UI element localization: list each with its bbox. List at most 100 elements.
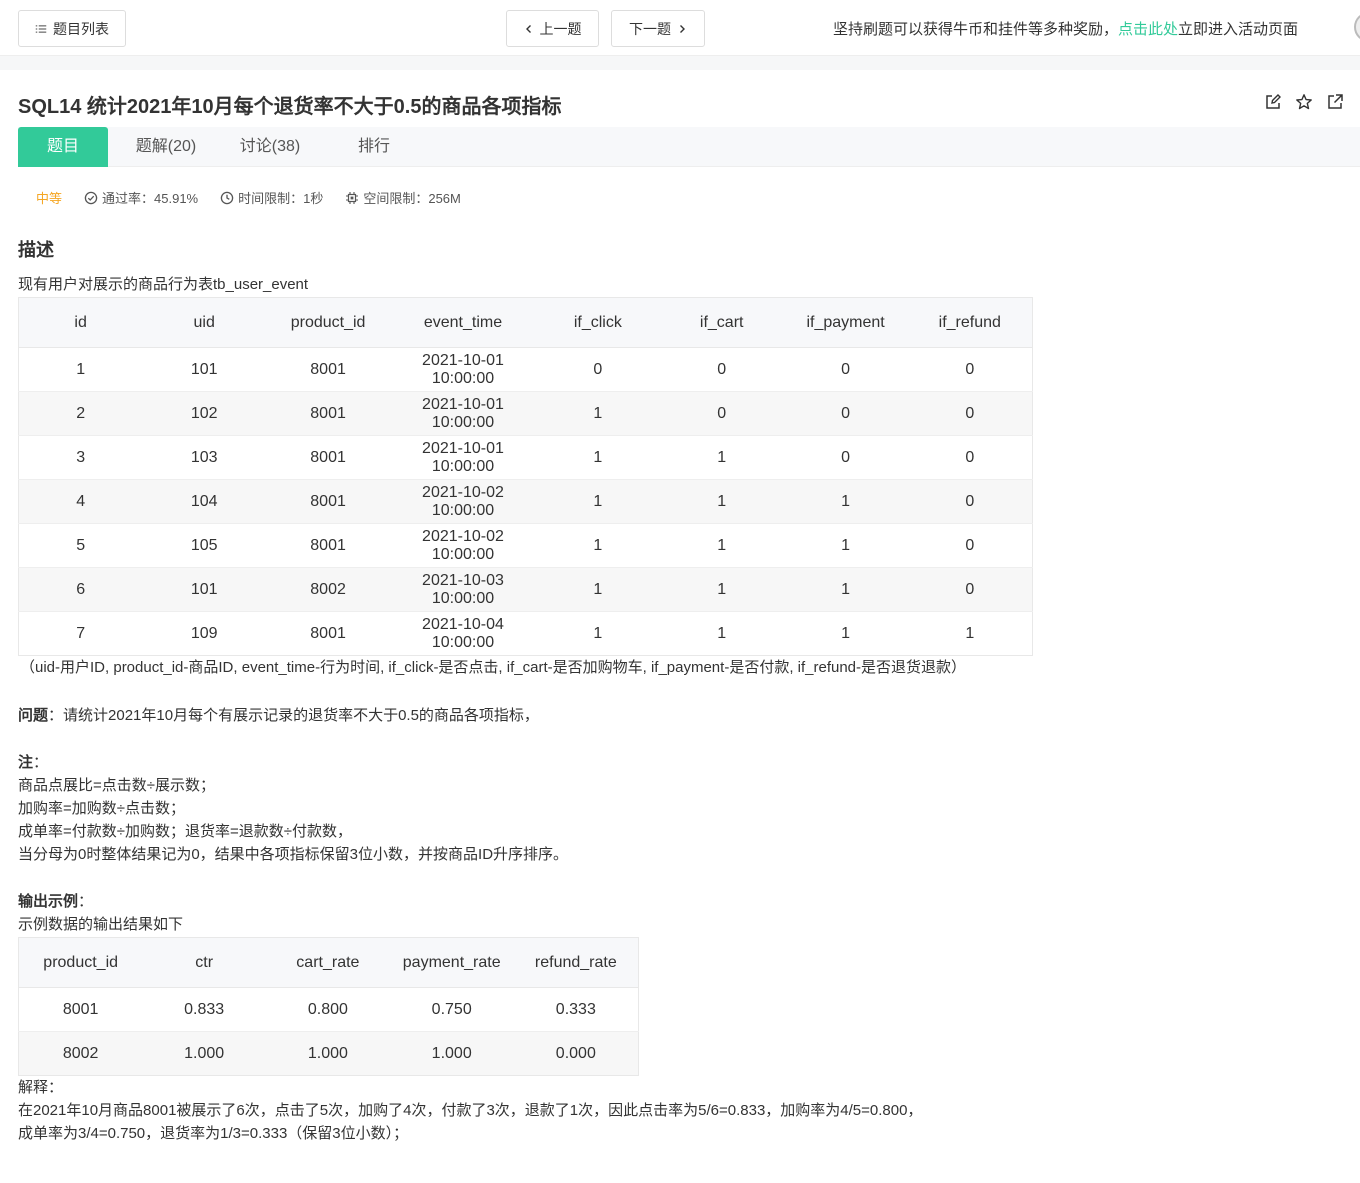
note-line: 加购率=加购数÷点击数； bbox=[18, 800, 185, 817]
page-title: SQL14 统计2021年10月每个退货率不大于0.5的商品各项指标 bbox=[18, 96, 562, 118]
tab-solutions[interactable]: 题解(20) bbox=[124, 127, 208, 167]
time-limit-text: 时间限制：1秒 bbox=[238, 191, 324, 206]
column-header: if_click bbox=[535, 297, 660, 348]
column-header: if_cart bbox=[659, 297, 784, 348]
table-cell: 0 bbox=[907, 567, 1033, 612]
table-row: 5 105 8001 2021-10-02 10:00:00 1 1 1 0 bbox=[18, 523, 1033, 568]
table-cell: 103 bbox=[142, 435, 267, 480]
column-header: refund_rate bbox=[513, 937, 639, 988]
table-cell: 2021-10-01 10:00:00 bbox=[390, 435, 536, 480]
pass-rate: 通过率：45.91% bbox=[84, 188, 198, 207]
promo-banner: 坚持刷题可以获得牛币和挂件等多种奖励，点击此处立即进入活动页面 bbox=[833, 18, 1298, 39]
column-header: if_refund bbox=[907, 297, 1033, 348]
problem-description: 描述 现有用户对展示的商品行为表tb_user_event id uid pro… bbox=[18, 236, 1338, 1145]
clock-icon bbox=[220, 191, 234, 204]
space-limit: 空间限制：256M bbox=[345, 188, 461, 207]
note-label: 注 bbox=[18, 754, 34, 771]
table-cell: 8002 bbox=[266, 567, 391, 612]
table-cell: 2021-10-01 10:00:00 bbox=[390, 347, 536, 392]
prev-problem-button[interactable]: 上一题 bbox=[506, 10, 599, 47]
table-cell: 8001 bbox=[266, 347, 391, 392]
column-header: product_id bbox=[266, 297, 391, 348]
output-table-header: product_id ctr cart_rate payment_rate re… bbox=[18, 937, 639, 988]
column-header: id bbox=[18, 297, 143, 348]
top-bar: 题目列表 上一题 下一题 坚持刷题可以获得牛币和挂件等多种奖励，点击此处立即进入… bbox=[0, 0, 1360, 56]
table-cell: 1 bbox=[535, 435, 660, 480]
table-cell: 7 bbox=[76, 624, 86, 642]
table-cell: 102 bbox=[142, 391, 267, 436]
table-cell: 1 bbox=[659, 523, 784, 568]
table-cell: 8001 bbox=[266, 391, 391, 436]
question-label: 问题 bbox=[18, 707, 49, 724]
table-cell: 8001 bbox=[266, 435, 391, 480]
table-cell: 104 bbox=[142, 479, 267, 524]
explain-line: 成单率为3/4=0.750，退货率为1/3=0.333（保留3位小数）； bbox=[18, 1125, 409, 1142]
table-cell: 1.000 bbox=[389, 1031, 514, 1076]
table-cell: 0 bbox=[907, 435, 1033, 480]
avatar[interactable] bbox=[1354, 12, 1360, 42]
table-cell: 0 bbox=[783, 347, 908, 392]
event-table: id uid product_id event_time if_click if… bbox=[18, 297, 1033, 656]
event-table-header: id uid product_id event_time if_click if… bbox=[18, 297, 1033, 348]
table-cell: 1 bbox=[659, 435, 784, 480]
table-row: 8001 0.833 0.800 0.750 0.333 bbox=[18, 987, 639, 1032]
table-cell: 0.000 bbox=[513, 1031, 639, 1076]
table-cell: 0 bbox=[907, 523, 1033, 568]
table-cell: 6 bbox=[18, 567, 143, 612]
table-cell: 2021-10-03 10:00:00 bbox=[390, 567, 536, 612]
star-icon[interactable] bbox=[1295, 93, 1313, 111]
column-header: if_payment bbox=[783, 297, 908, 348]
column-header: product_id bbox=[18, 937, 143, 988]
table-cell: 1 bbox=[841, 624, 851, 642]
note-line: 成单率=付款数÷加购数；退货率=退款数÷付款数， bbox=[18, 823, 352, 840]
note-colon: ： bbox=[33, 754, 49, 771]
edit-icon[interactable] bbox=[1264, 93, 1282, 111]
next-problem-button[interactable]: 下一题 bbox=[611, 10, 705, 47]
table-cell: 101 bbox=[142, 567, 267, 612]
share-icon[interactable] bbox=[1326, 93, 1344, 111]
problem-list-button[interactable]: 题目列表 bbox=[18, 10, 126, 47]
tab-problem[interactable]: 题目 bbox=[18, 127, 108, 167]
table-row: 7 109 8001 2021-10-04 10:00:00 1 1 1 1 bbox=[19, 612, 1033, 656]
table-cell: 1 bbox=[783, 523, 908, 568]
promo-text: 坚持刷题可以获得牛币和挂件等多种奖励， bbox=[833, 21, 1119, 38]
chevron-right-icon bbox=[680, 24, 685, 33]
table-cell: 0.750 bbox=[389, 987, 514, 1032]
description-intro: 现有用户对展示的商品行为表tb_user_event bbox=[18, 276, 309, 293]
table-cell: 1.000 bbox=[265, 1031, 390, 1076]
table-row: 8002 1.000 1.000 1.000 0.000 bbox=[18, 1031, 639, 1076]
description-heading: 描述 bbox=[18, 240, 54, 260]
table-cell: 1 bbox=[717, 624, 727, 642]
table-cell: 0 bbox=[659, 391, 784, 436]
table-cell: 0 bbox=[907, 391, 1033, 436]
table-cell: 2021-10-04 10:00:00 bbox=[422, 615, 504, 651]
tab-ranking[interactable]: 排行 bbox=[344, 127, 404, 167]
table-cell: 1 bbox=[535, 523, 660, 568]
check-circle-icon bbox=[84, 191, 98, 204]
output-intro: 示例数据的输出结果如下 bbox=[18, 916, 184, 933]
table-row: 1 101 8001 2021-10-01 10:00:00 0 0 0 0 bbox=[18, 347, 1033, 392]
topbar-divider bbox=[0, 56, 1360, 70]
column-header: payment_rate bbox=[389, 937, 514, 988]
table-cell: 8001 bbox=[310, 624, 346, 642]
problem-meta: 中等 通过率：45.91% 时间限制：1秒 空间限制：256M bbox=[36, 188, 483, 207]
column-header: cart_rate bbox=[265, 937, 390, 988]
question-text: ：请统计2021年10月每个有展示记录的退货率不大于0.5的商品各项指标， bbox=[48, 707, 539, 724]
promo-link[interactable]: 点击此处 bbox=[1118, 21, 1178, 38]
output-table: product_id ctr cart_rate payment_rate re… bbox=[18, 937, 639, 1076]
table-cell: 8002 bbox=[18, 1031, 143, 1076]
table-cell: 1 bbox=[535, 391, 660, 436]
column-header: event_time bbox=[390, 297, 536, 348]
pass-rate-text: 通过率：45.91% bbox=[102, 191, 199, 206]
table-row: 6 101 8002 2021-10-03 10:00:00 1 1 1 0 bbox=[18, 567, 1033, 612]
table-cell: 0.833 bbox=[142, 987, 266, 1032]
table-cell: 1 bbox=[783, 479, 908, 524]
table-cell: 2 bbox=[18, 391, 143, 436]
table-cell: 105 bbox=[142, 523, 267, 568]
output-heading: 输出示例： bbox=[18, 890, 1338, 913]
time-limit: 时间限制：1秒 bbox=[220, 188, 323, 207]
table-cell: 8001 bbox=[266, 523, 391, 568]
tab-discussion[interactable]: 讨论(38) bbox=[228, 127, 312, 167]
table-cell: 0 bbox=[783, 391, 908, 436]
table-cell: 101 bbox=[142, 347, 267, 392]
